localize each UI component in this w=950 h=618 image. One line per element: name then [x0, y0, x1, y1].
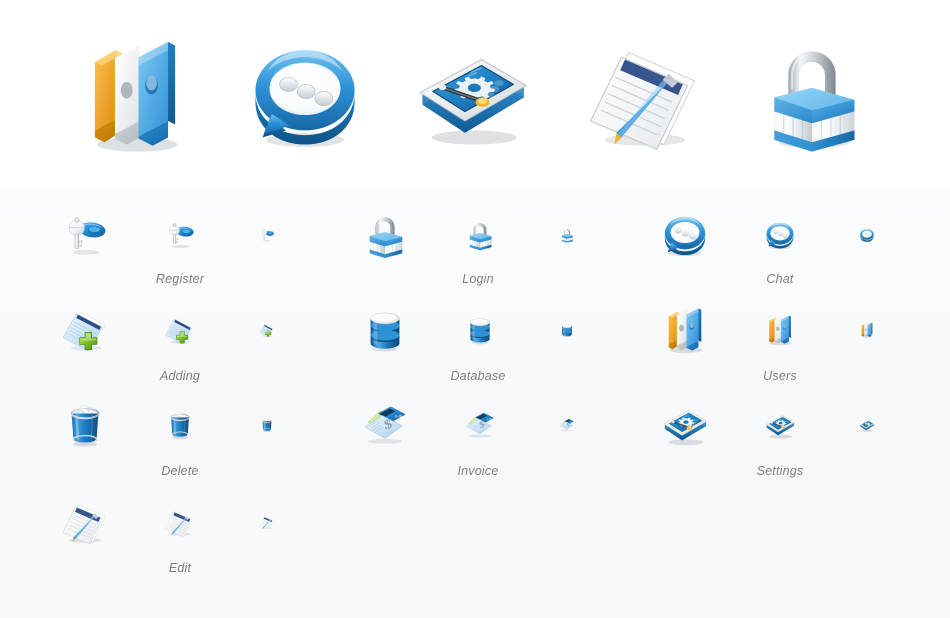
icon-adding-medium[interactable] [150, 300, 210, 360]
icon-users-large[interactable] [655, 300, 715, 360]
icon-edit-large[interactable] [55, 492, 115, 552]
database-icon [464, 314, 496, 346]
icon-group-label-delete: Delete [161, 464, 199, 478]
icon-edit-small[interactable] [237, 492, 297, 552]
chat-icon [246, 36, 364, 154]
hero-banner [0, 0, 950, 190]
icon-invoice-large[interactable]: $ [355, 395, 415, 455]
icon-invoice-medium[interactable]: $ [450, 395, 510, 455]
icon-users-medium[interactable] [750, 300, 810, 360]
icon-delete-large[interactable] [55, 395, 115, 455]
icon-settings-medium[interactable] [750, 395, 810, 455]
note-plus-icon [164, 314, 196, 346]
settings-icon [661, 401, 709, 449]
icon-group-label-users: Users [763, 369, 797, 383]
icon-delete-small[interactable] [237, 395, 297, 455]
icon-database-medium[interactable] [450, 300, 510, 360]
icon-edit-medium[interactable] [150, 492, 210, 552]
invoice-icon: $ [464, 409, 496, 441]
hero-icon-chat-bubble[interactable] [210, 0, 400, 190]
icon-settings-large[interactable] [655, 395, 715, 455]
icon-group-label-settings: Settings [756, 464, 804, 478]
icon-group-label-invoice: Invoice [457, 464, 499, 478]
edit-icon [259, 514, 275, 530]
icon-adding-large[interactable] [55, 300, 115, 360]
invoice-icon: $ [559, 417, 575, 433]
database-icon [559, 322, 575, 338]
hero-icon-notepad-pen[interactable] [550, 0, 740, 190]
hero-icon-settings-tablet[interactable] [377, 0, 567, 190]
icon-adding-small[interactable] [237, 300, 297, 360]
icon-group-label-edit: Edit [168, 561, 192, 575]
icon-database-small[interactable] [537, 300, 597, 360]
icon-invoice-small[interactable]: $ [537, 395, 597, 455]
lock-icon [753, 36, 871, 154]
folders-icon [859, 322, 875, 338]
note-plus-icon [61, 306, 109, 354]
folders-icon [661, 306, 709, 354]
icon-group-label-database: Database [450, 369, 506, 383]
settings-icon [859, 417, 875, 433]
trash-icon [164, 409, 196, 441]
trash-icon [61, 401, 109, 449]
icon-group-label-adding: Adding [159, 369, 201, 383]
icon-database-large[interactable] [355, 300, 415, 360]
settings-icon [764, 409, 796, 441]
invoice-icon: $ [361, 401, 409, 449]
hero-icon-padlock[interactable] [717, 0, 907, 190]
trash-icon [259, 417, 275, 433]
folders-icon [764, 314, 796, 346]
hero-icon-users-folders[interactable] [40, 0, 230, 190]
icon-grid: Register Login Chat Adding Database User… [0, 190, 950, 618]
icon-group-edit: Edit [0, 190, 950, 575]
edit-icon [164, 506, 196, 538]
note-plus-icon [259, 322, 275, 338]
icon-settings-small[interactable] [837, 395, 897, 455]
icon-users-small[interactable] [837, 300, 897, 360]
database-icon [361, 306, 409, 354]
icon-delete-medium[interactable] [150, 395, 210, 455]
settings-icon [413, 36, 531, 154]
edit-icon [586, 36, 704, 154]
edit-icon [61, 498, 109, 546]
folders-icon [76, 36, 194, 154]
